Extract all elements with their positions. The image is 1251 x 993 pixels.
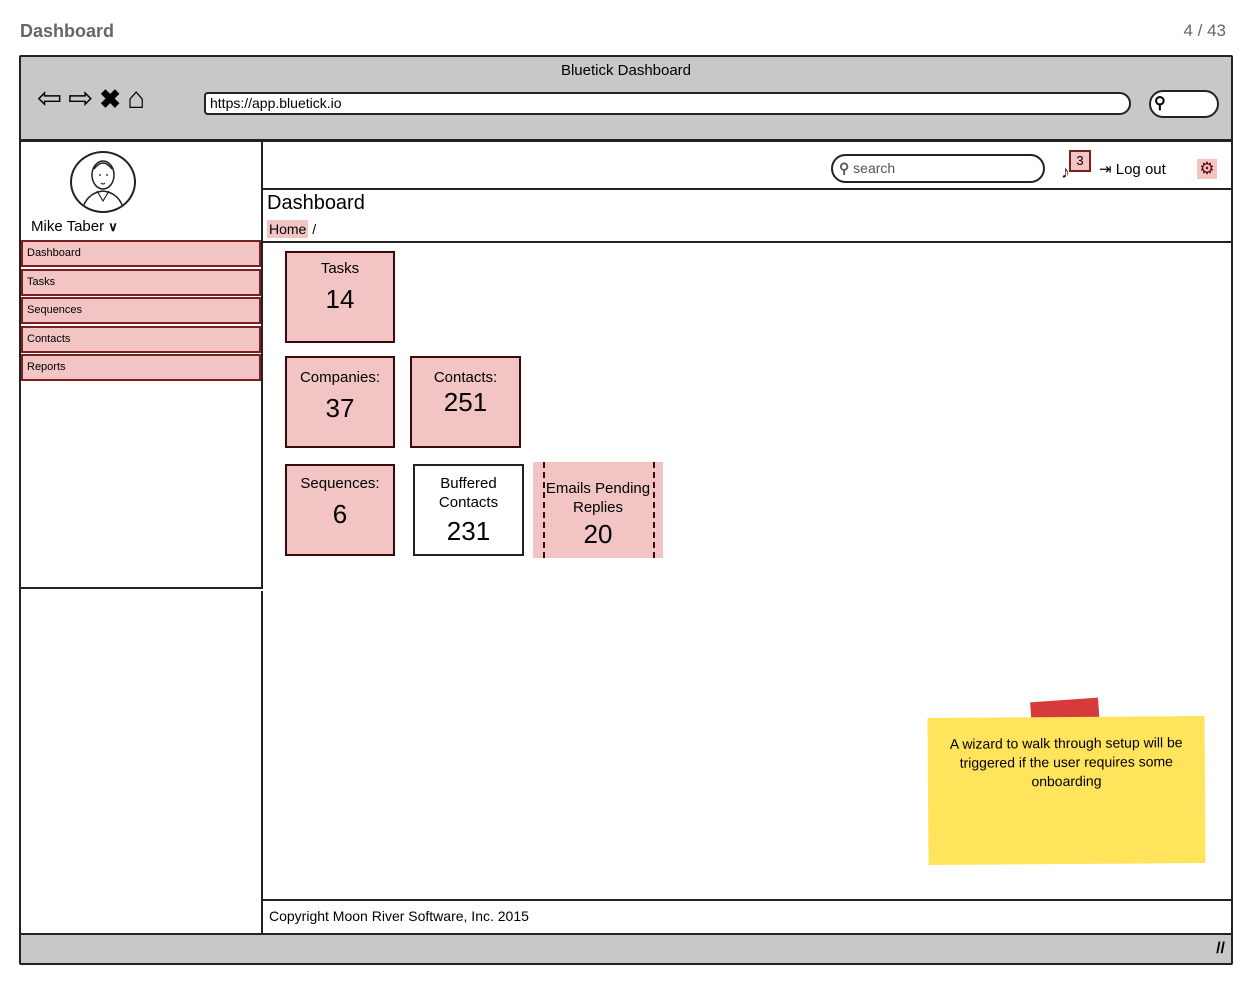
footer: Copyright Moon River Software, Inc. 2015 bbox=[263, 899, 1233, 933]
avatar-portrait-icon bbox=[81, 160, 125, 211]
search-icon: ⚲ bbox=[1154, 95, 1166, 112]
stat-label: Tasks bbox=[320, 260, 360, 277]
stat-card-sequences[interactable]: Sequences: 6 bbox=[285, 464, 395, 556]
user-menu-toggle[interactable]: Mike Taber ∨ bbox=[31, 218, 118, 235]
search-placeholder: search bbox=[853, 160, 896, 176]
page-heading: Dashboard bbox=[20, 21, 115, 41]
sidebar-item-dashboard[interactable]: Dashboard bbox=[21, 240, 261, 267]
sidebar-item-reports[interactable]: Reports bbox=[21, 354, 261, 381]
sidebar-item-contacts[interactable]: Contacts bbox=[21, 325, 261, 353]
sidebar: Mike Taber ∨ Dashboard Tasks Sequences C… bbox=[21, 142, 263, 589]
stat-label: Contacts: bbox=[433, 369, 498, 386]
home-icon[interactable]: ⌂ bbox=[127, 81, 145, 117]
sidebar-item-sequences[interactable]: Sequences bbox=[21, 297, 261, 324]
resize-grip-icon[interactable]: // bbox=[1216, 940, 1225, 958]
logout-label: Log out bbox=[1115, 161, 1166, 178]
sidebar-nav: Dashboard Tasks Sequences Contacts Repor… bbox=[21, 240, 261, 383]
browser-search-field[interactable]: ⚲ bbox=[1149, 90, 1219, 118]
back-arrow-icon[interactable]: ⇦ bbox=[37, 81, 62, 117]
chevron-down-icon: ∨ bbox=[108, 219, 118, 234]
notifications-button[interactable]: ♪ 3 bbox=[1061, 150, 1091, 182]
status-bar: // bbox=[21, 933, 1231, 963]
nav-icons: ⇦ ⇨ ✖ ⌂ bbox=[37, 81, 145, 117]
browser-window: Bluetick Dashboard ⇦ ⇨ ✖ ⌂ https://app.b… bbox=[19, 55, 1233, 965]
stat-label-line2: Contacts bbox=[438, 494, 499, 511]
window-title: Bluetick Dashboard bbox=[560, 62, 692, 79]
stat-value: 231 bbox=[446, 516, 491, 546]
stat-value: 6 bbox=[332, 499, 348, 529]
breadcrumb: Home / bbox=[267, 220, 317, 238]
close-x-icon[interactable]: ✖ bbox=[99, 81, 121, 117]
sidebar-item-tasks[interactable]: Tasks bbox=[21, 268, 261, 296]
stat-card-buffered-contacts[interactable]: Buffered Contacts 231 bbox=[413, 464, 524, 556]
stat-label: Companies: bbox=[299, 369, 381, 386]
stat-card-companies[interactable]: Companies: 37 bbox=[285, 356, 395, 448]
stat-value: 20 bbox=[583, 519, 613, 549]
browser-chrome: Bluetick Dashboard ⇦ ⇨ ✖ ⌂ https://app.b… bbox=[21, 57, 1231, 142]
logout-icon: ⇥ bbox=[1099, 161, 1112, 178]
user-name: Mike Taber bbox=[31, 218, 105, 235]
stat-value: 251 bbox=[443, 387, 488, 417]
breadcrumb-home-link[interactable]: Home bbox=[267, 220, 309, 238]
avatar[interactable] bbox=[70, 151, 136, 213]
stat-value: 37 bbox=[325, 393, 355, 423]
sticky-note: A wizard to walk through setup will be t… bbox=[927, 716, 1206, 865]
stat-label: Sequences: bbox=[300, 475, 380, 492]
url-input[interactable]: https://app.bluetick.io bbox=[204, 92, 1131, 115]
content-header: Dashboard Home / bbox=[263, 188, 1233, 243]
stat-value: 14 bbox=[325, 284, 355, 314]
sidebar-lower-panel bbox=[21, 591, 263, 933]
stat-label-line2: Replies bbox=[572, 499, 624, 516]
search-input[interactable]: ⚲ search bbox=[831, 154, 1045, 183]
stat-label-line1: Emails Pending bbox=[545, 480, 651, 497]
page-counter: 4 / 43 bbox=[1183, 21, 1226, 40]
forward-arrow-icon[interactable]: ⇨ bbox=[68, 81, 93, 117]
breadcrumb-separator: / bbox=[312, 221, 317, 237]
stat-card-emails-pending[interactable]: Emails Pending Replies 20 bbox=[533, 462, 663, 558]
search-icon: ⚲ bbox=[839, 160, 850, 176]
notification-badge: 3 bbox=[1069, 150, 1091, 172]
logout-link[interactable]: ⇥ Log out bbox=[1099, 160, 1166, 178]
copyright-text: Copyright Moon River Software, Inc. 2015 bbox=[269, 908, 529, 924]
stat-label-line1: Buffered bbox=[440, 475, 497, 492]
stat-card-contacts[interactable]: Contacts: 251 bbox=[410, 356, 521, 448]
gear-icon[interactable]: ⚙ bbox=[1197, 159, 1217, 179]
stat-card-tasks[interactable]: Tasks 14 bbox=[285, 251, 395, 343]
top-bar: ⚲ search ♪ 3 ⇥ Log out ⚙ bbox=[263, 142, 1233, 194]
page-title: Dashboard bbox=[267, 192, 365, 214]
